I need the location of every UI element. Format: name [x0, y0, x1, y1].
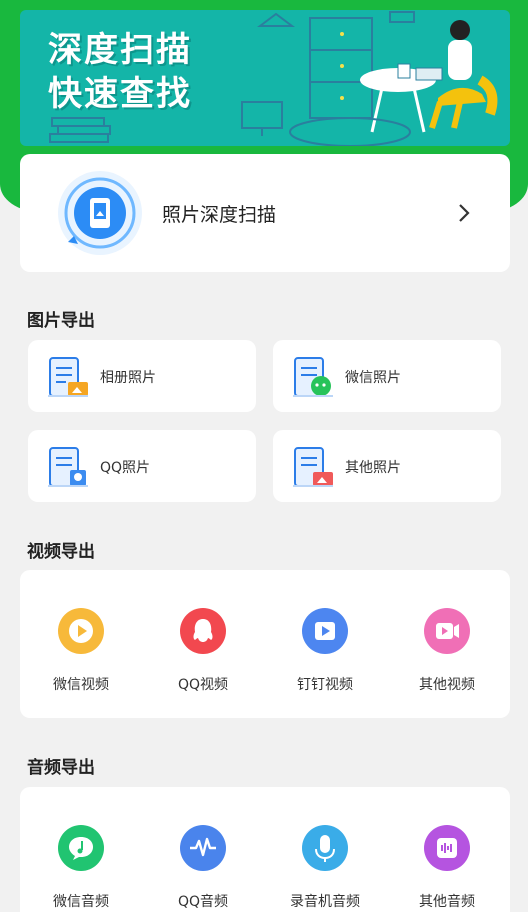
qq-audio-icon: [180, 825, 226, 871]
audio-item-other[interactable]: 其他音频: [386, 825, 508, 912]
video-export-card: 微信视频 QQ视频 钉钉视频 其他视频: [20, 570, 510, 718]
photo-item-label: 微信照片: [345, 370, 401, 386]
video-item-wechat[interactable]: 微信视频: [20, 608, 142, 708]
audio-item-label: QQ音频: [177, 894, 229, 910]
audio-export-card: 微信音频 QQ音频 录音机音频 其他音频: [20, 787, 510, 912]
video-item-label: QQ视频: [177, 677, 229, 693]
scan-label: 照片深度扫描: [162, 204, 277, 226]
dingtalk-video-icon: [302, 608, 348, 654]
recorder-audio-icon: [302, 825, 348, 871]
photo-item-qq[interactable]: QQ照片: [28, 430, 256, 502]
audio-item-label: 其他音频: [419, 894, 475, 910]
video-item-label: 其他视频: [419, 677, 475, 693]
audio-item-recorder[interactable]: 录音机音频: [264, 825, 386, 912]
video-item-qq[interactable]: QQ视频: [142, 608, 264, 708]
banner-title-line1: 深度扫描: [48, 30, 192, 70]
photo-item-album[interactable]: 相册照片: [28, 340, 256, 412]
section-title-audio: 音频导出: [27, 758, 95, 778]
qq-photo-icon: [48, 447, 88, 487]
other-photo-icon: [293, 447, 333, 487]
photo-item-label: 相册照片: [100, 370, 156, 386]
photo-item-wechat[interactable]: 微信照片: [273, 340, 501, 412]
section-title-video: 视频导出: [27, 542, 95, 562]
video-item-label: 微信视频: [53, 677, 109, 693]
other-audio-icon: [424, 825, 470, 871]
qq-video-icon: [180, 608, 226, 654]
photo-item-label: 其他照片: [345, 460, 401, 476]
video-item-other[interactable]: 其他视频: [386, 608, 508, 708]
section-title-photo: 图片导出: [27, 311, 95, 331]
chevron-right-icon: [459, 204, 470, 222]
audio-item-label: 录音机音频: [290, 894, 360, 910]
photo-item-other[interactable]: 其他照片: [273, 430, 501, 502]
promo-banner[interactable]: 深度扫描 快速查找: [20, 10, 510, 146]
wechat-audio-icon: [58, 825, 104, 871]
banner-title-line2: 快速查找: [48, 74, 192, 114]
photo-deep-scan-card[interactable]: 照片深度扫描: [20, 154, 510, 272]
album-photo-icon: [48, 357, 88, 397]
wechat-video-icon: [58, 608, 104, 654]
wechat-photo-icon: [293, 357, 333, 397]
video-item-dingtalk[interactable]: 钉钉视频: [264, 608, 386, 708]
video-item-label: 钉钉视频: [297, 677, 353, 693]
other-video-icon: [424, 608, 470, 654]
audio-item-qq[interactable]: QQ音频: [142, 825, 264, 912]
audio-item-label: 微信音频: [53, 894, 109, 910]
photo-item-label: QQ照片: [100, 460, 151, 476]
audio-item-wechat[interactable]: 微信音频: [20, 825, 142, 912]
scan-radar-icon: [58, 171, 142, 255]
